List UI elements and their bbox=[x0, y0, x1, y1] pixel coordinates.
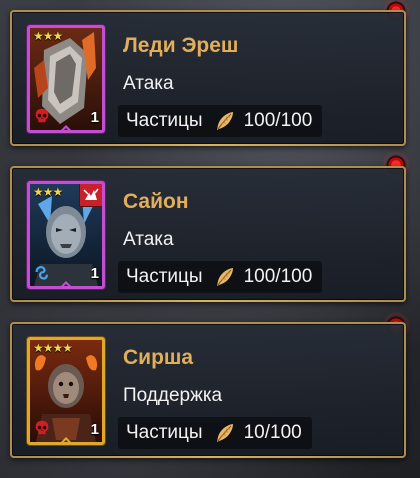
rank-arrow-icon bbox=[61, 125, 71, 130]
hero-card-sirsha[interactable]: ★★★★ 1 Сирша Поддержка Частицы 10/100 bbox=[10, 322, 406, 458]
feather-icon bbox=[216, 424, 233, 442]
red-force-affinity-icon bbox=[79, 184, 102, 207]
feather-icon bbox=[216, 268, 233, 286]
hero-level: 1 bbox=[90, 421, 99, 438]
rank-arrow-icon bbox=[61, 281, 71, 286]
star-rating: ★★★ bbox=[33, 29, 63, 43]
rank-arrow-icon bbox=[61, 437, 71, 442]
hero-name: Сайон bbox=[123, 190, 189, 213]
particles-value: 100/100 bbox=[243, 110, 313, 131]
hero-role: Атака bbox=[123, 73, 174, 94]
hero-role: Поддержка bbox=[123, 385, 223, 406]
particles-label: Частицы bbox=[126, 110, 203, 131]
star-rating: ★★★ bbox=[33, 185, 63, 199]
hero-level: 1 bbox=[90, 265, 99, 282]
feather-icon bbox=[216, 112, 233, 130]
red-skull-icon bbox=[35, 108, 49, 123]
hero-card-lady-eresh[interactable]: ★★★ 1 Леди Эреш Атака Частицы 100/100 bbox=[10, 10, 406, 146]
particles-label: Частицы bbox=[126, 266, 203, 287]
hero-name: Сирша bbox=[123, 346, 194, 369]
hero-card-sayon[interactable]: ★★★ 1 Сайон Атака Частицы 100/100 bbox=[10, 166, 406, 302]
particles-counter: Частицы 100/100 bbox=[118, 261, 323, 293]
red-skull-icon bbox=[35, 420, 49, 435]
particles-counter: Частицы 100/100 bbox=[118, 105, 323, 137]
particles-label: Частицы bbox=[126, 422, 203, 443]
hero-level: 1 bbox=[90, 109, 99, 126]
blue-wave-icon bbox=[35, 266, 48, 280]
hero-portrait[interactable]: ★★★ 1 bbox=[27, 181, 105, 289]
hero-role: Атака bbox=[123, 229, 174, 250]
particles-counter: Частицы 10/100 bbox=[118, 417, 312, 449]
hero-portrait[interactable]: ★★★ 1 bbox=[27, 25, 105, 133]
particles-value: 100/100 bbox=[243, 266, 313, 287]
star-rating: ★★★★ bbox=[33, 341, 73, 355]
particles-value: 10/100 bbox=[243, 422, 302, 443]
hero-name: Леди Эреш bbox=[123, 34, 239, 57]
hero-portrait[interactable]: ★★★★ 1 bbox=[27, 337, 105, 445]
